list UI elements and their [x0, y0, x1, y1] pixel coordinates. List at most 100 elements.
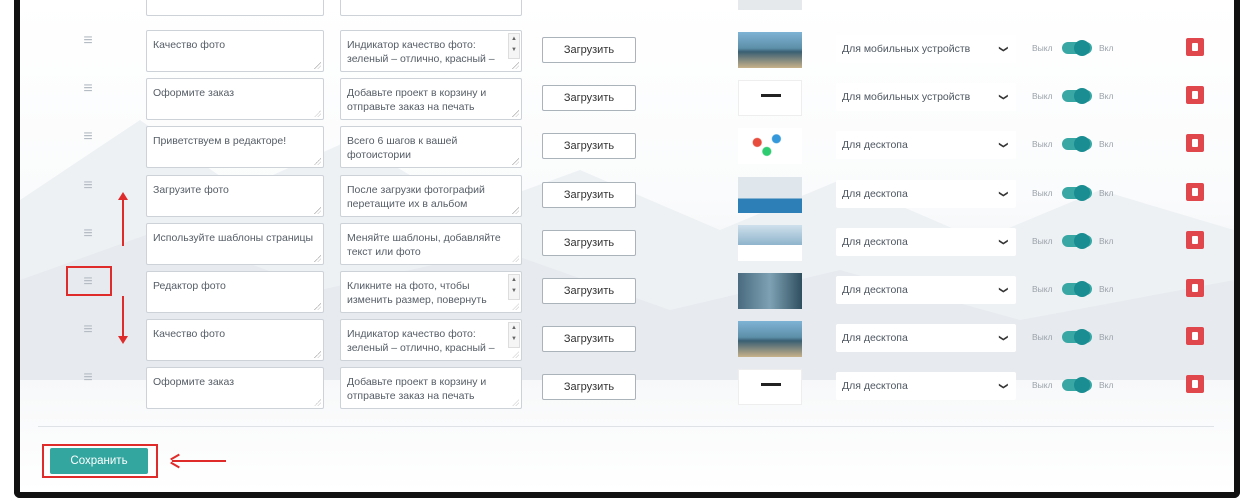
- device-select[interactable]: Для десктопа ❯: [836, 131, 1016, 159]
- drag-handle-icon[interactable]: ≡: [80, 226, 96, 243]
- step-row: ≡ Качество фото Индикатор качество фото: з…: [20, 319, 1234, 369]
- toggle-knob[interactable]: [1074, 377, 1090, 393]
- toggle-off-label: Выкл: [1032, 43, 1053, 53]
- step-description-field[interactable]: Индикатор качество фото: зеленый – отлич…: [340, 30, 522, 72]
- drag-handle-icon[interactable]: ≡: [80, 81, 96, 98]
- toggle-off-label: Выкл: [1032, 91, 1053, 101]
- delete-button[interactable]: [1186, 375, 1204, 393]
- device-select[interactable]: Для десктопа ❯: [836, 324, 1016, 352]
- upload-button[interactable]: Загрузить: [542, 37, 636, 63]
- trash-icon: [1192, 284, 1198, 292]
- upload-button[interactable]: Загрузить: [542, 133, 636, 159]
- step-description-field[interactable]: Кликните на фото, чтобы изменить размер,…: [340, 271, 522, 313]
- toggle-off-label: Выкл: [1032, 380, 1053, 390]
- step-title-field[interactable]: Оформите заказ: [146, 367, 324, 409]
- step-thumbnail: [738, 369, 802, 405]
- resize-grip-icon[interactable]: [314, 351, 321, 358]
- resize-grip-icon[interactable]: [314, 303, 321, 310]
- step-title-field[interactable]: Оформите заказ: [146, 78, 324, 120]
- resize-grip-icon[interactable]: [314, 62, 321, 69]
- delete-button[interactable]: [1186, 279, 1204, 297]
- scroll-arrows-icon[interactable]: ▲ ▼: [508, 33, 520, 59]
- step-title-field[interactable]: Используйте шаблоны страницы: [146, 223, 324, 265]
- toggle-knob[interactable]: [1074, 136, 1090, 152]
- resize-grip-icon[interactable]: [512, 303, 519, 310]
- toggle-knob[interactable]: [1074, 233, 1090, 249]
- resize-grip-icon[interactable]: [512, 62, 519, 69]
- visibility-toggle[interactable]: Выкл Вкл: [1032, 40, 1142, 60]
- visibility-toggle[interactable]: Выкл Вкл: [1032, 377, 1142, 397]
- upload-button[interactable]: Загрузить: [542, 230, 636, 256]
- toggle-knob[interactable]: [1074, 329, 1090, 345]
- resize-grip-icon[interactable]: [512, 207, 519, 214]
- annotation-arrow-up: [122, 196, 124, 246]
- resize-grip-icon[interactable]: [314, 399, 321, 406]
- delete-button[interactable]: [1186, 327, 1204, 345]
- upload-button[interactable]: Загрузить: [542, 326, 636, 352]
- device-select-value: Для мобильных устройств: [842, 43, 971, 55]
- delete-button[interactable]: [1186, 38, 1204, 56]
- device-select[interactable]: Для десктопа ❯: [836, 372, 1016, 400]
- upload-button[interactable]: Загрузить: [542, 182, 636, 208]
- trash-icon: [1192, 188, 1198, 196]
- device-select-value: Для десктопа: [842, 332, 908, 344]
- delete-button[interactable]: [1186, 86, 1204, 104]
- step-description-field[interactable]: Добавьте проект в корзину и отправьте за…: [340, 78, 522, 120]
- partial-title-field[interactable]: [146, 0, 324, 16]
- upload-button[interactable]: Загрузить: [542, 278, 636, 304]
- resize-grip-icon[interactable]: [512, 399, 519, 406]
- drag-handle-icon[interactable]: ≡: [80, 33, 96, 50]
- resize-grip-icon[interactable]: [512, 351, 519, 358]
- drag-handle-icon[interactable]: ≡: [80, 129, 96, 146]
- resize-grip-icon[interactable]: [314, 207, 321, 214]
- step-title-field[interactable]: Загрузите фото: [146, 175, 324, 217]
- step-row: ≡ Загрузите фото После загрузки фотографий…: [20, 175, 1234, 225]
- step-description-field[interactable]: Добавьте проект в корзину и отправьте за…: [340, 367, 522, 409]
- visibility-toggle[interactable]: Выкл Вкл: [1032, 185, 1142, 205]
- step-description-text: Добавьте проект в корзину и отправьте за…: [347, 376, 487, 402]
- delete-button[interactable]: [1186, 183, 1204, 201]
- scroll-arrows-icon[interactable]: ▲ ▼: [508, 322, 520, 348]
- step-description-field[interactable]: После загрузки фотографий перетащите их …: [340, 175, 522, 217]
- device-select[interactable]: Для мобильных устройств ❯: [836, 35, 1016, 63]
- device-select[interactable]: Для десктопа ❯: [836, 276, 1016, 304]
- step-description-field[interactable]: Индикатор качество фото: зеленый – отлич…: [340, 319, 522, 361]
- resize-grip-icon[interactable]: [314, 110, 321, 117]
- resize-grip-icon[interactable]: [314, 255, 321, 262]
- step-description-field[interactable]: Всего 6 шагов к вашей фотоистории: [340, 126, 522, 168]
- step-description-field[interactable]: Меняйте шаблоны, добавляйте текст или фо…: [340, 223, 522, 265]
- resize-grip-icon[interactable]: [314, 158, 321, 165]
- toggle-knob[interactable]: [1074, 88, 1090, 104]
- step-title-field[interactable]: Качество фото: [146, 30, 324, 72]
- step-description-text: Всего 6 шагов к вашей фотоистории: [347, 135, 458, 161]
- drag-handle-icon[interactable]: ≡: [80, 322, 96, 339]
- resize-grip-icon[interactable]: [512, 158, 519, 165]
- drag-handle-icon[interactable]: ≡: [80, 178, 96, 195]
- visibility-toggle[interactable]: Выкл Вкл: [1032, 88, 1142, 108]
- upload-button[interactable]: Загрузить: [542, 374, 636, 400]
- resize-grip-icon[interactable]: [512, 110, 519, 117]
- step-title-field[interactable]: Качество фото: [146, 319, 324, 361]
- resize-grip-icon[interactable]: [512, 255, 519, 262]
- delete-button[interactable]: [1186, 134, 1204, 152]
- step-title-field[interactable]: Редактор фото: [146, 271, 324, 313]
- delete-button[interactable]: [1186, 231, 1204, 249]
- scroll-arrows-icon[interactable]: ▲ ▼: [508, 274, 520, 300]
- toggle-knob[interactable]: [1074, 281, 1090, 297]
- toggle-knob[interactable]: [1074, 185, 1090, 201]
- visibility-toggle[interactable]: Выкл Вкл: [1032, 281, 1142, 301]
- visibility-toggle[interactable]: Выкл Вкл: [1032, 329, 1142, 349]
- step-thumbnail: [738, 80, 802, 116]
- partial-description-field[interactable]: [340, 0, 522, 16]
- device-select[interactable]: Для десктопа ❯: [836, 180, 1016, 208]
- step-title-field[interactable]: Приветствуем в редакторе!: [146, 126, 324, 168]
- visibility-toggle[interactable]: Выкл Вкл: [1032, 233, 1142, 253]
- step-title-text: Редактор фото: [153, 280, 226, 292]
- device-select[interactable]: Для мобильных устройств ❯: [836, 83, 1016, 111]
- device-select[interactable]: Для десктопа ❯: [836, 228, 1016, 256]
- drag-handle-icon[interactable]: ≡: [80, 370, 96, 387]
- toggle-knob[interactable]: [1074, 40, 1090, 56]
- upload-button[interactable]: Загрузить: [542, 85, 636, 111]
- visibility-toggle[interactable]: Выкл Вкл: [1032, 136, 1142, 156]
- step-row: ≡ Оформите заказ Добавьте проект в корзину…: [20, 367, 1234, 417]
